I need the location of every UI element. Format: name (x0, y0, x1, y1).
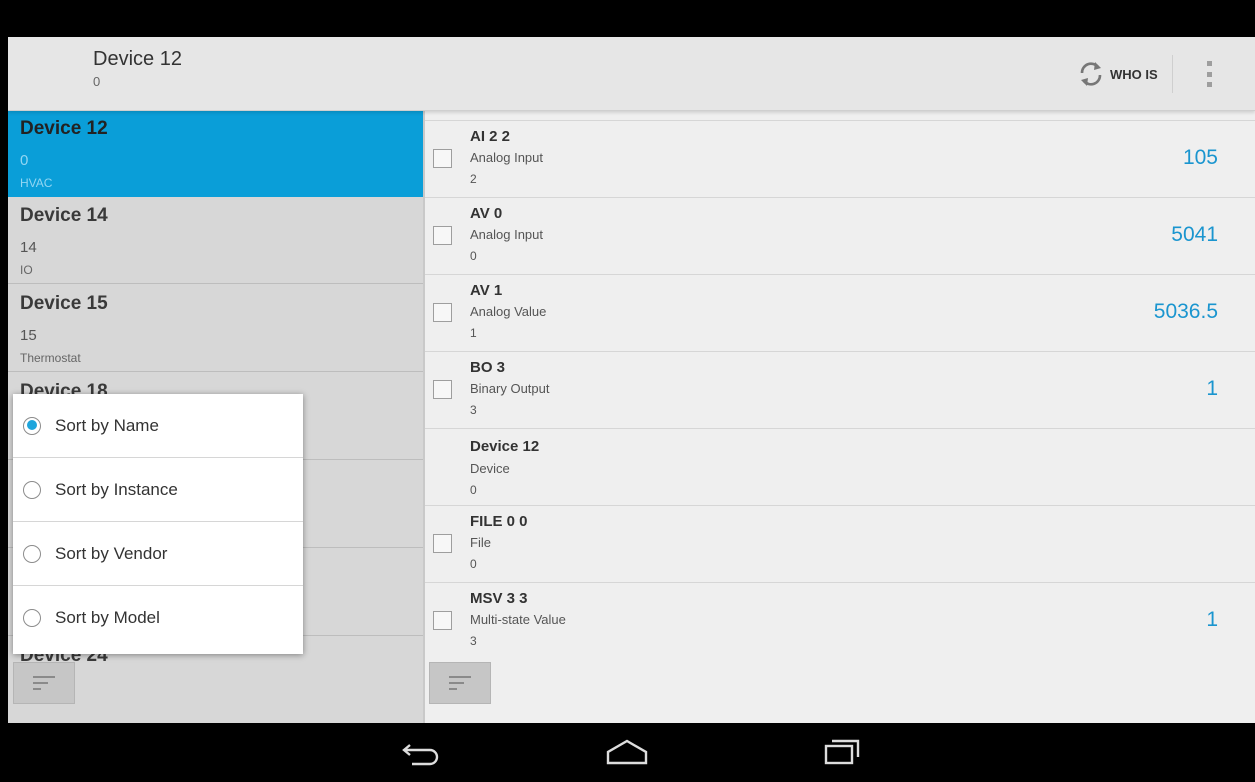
device-type: IO (20, 263, 33, 277)
object-checkbox[interactable] (433, 534, 452, 553)
page-subtitle: 0 (93, 74, 101, 89)
object-checkbox[interactable] (433, 303, 452, 322)
object-type: Analog Input (470, 150, 544, 165)
who-is-button[interactable]: WHO IS (1068, 52, 1166, 96)
object-list-item[interactable]: FILE 0 0 File 0 (425, 506, 1255, 583)
object-name: FILE 0 0 (470, 513, 528, 530)
navigation-bar (0, 723, 1255, 782)
object-name: MSV 3 3 (470, 590, 528, 607)
object-value: 1 (1206, 608, 1218, 631)
action-bar: Device 12 0 WHO IS (8, 37, 1255, 111)
device-instance: 0 (20, 152, 29, 169)
sort-icon (449, 676, 471, 690)
radio-unchecked-icon[interactable] (23, 609, 41, 627)
object-checkbox[interactable] (433, 611, 452, 630)
device-list-item[interactable]: Device 12 0 HVAC (8, 110, 423, 197)
more-vert-icon[interactable] (1202, 59, 1216, 89)
device-name: Device 14 (20, 205, 108, 226)
sort-option-label: Sort by Vendor (55, 543, 168, 563)
back-icon[interactable] (398, 737, 444, 767)
radio-checked-icon[interactable] (23, 416, 41, 435)
object-instance: 0 (470, 557, 477, 571)
sort-option-label: Sort by Name (55, 415, 159, 435)
object-checkbox[interactable] (433, 149, 452, 168)
radio-unchecked-icon[interactable] (23, 544, 41, 563)
app-screen: Device 12 0 WHO IS Device 12 0 HVAC Devi… (8, 37, 1255, 723)
object-instance: 0 (470, 483, 477, 497)
object-list-item[interactable]: BO 3 Binary Output 3 1 (425, 352, 1255, 429)
sort-by-vendor-option[interactable]: Sort by Vendor (13, 522, 303, 586)
sort-devices-button[interactable] (13, 662, 75, 704)
object-instance: 3 (470, 634, 477, 648)
device-instance: 15 (20, 327, 37, 344)
object-name: Device 12 (470, 438, 540, 455)
sort-icon (33, 676, 55, 690)
device-list-item[interactable]: Device 15 15 Thermostat (8, 285, 423, 372)
object-list-item[interactable]: AV 1 Analog Value 1 5036.5 (425, 275, 1255, 352)
object-instance: 3 (470, 403, 477, 417)
object-type: Analog Value (470, 304, 547, 319)
device-list-item[interactable]: Device 14 14 IO (8, 197, 423, 284)
sort-option-label: Sort by Instance (55, 479, 178, 499)
sort-by-name-option[interactable]: Sort by Name (13, 394, 303, 458)
object-value: 105 (1182, 146, 1218, 169)
object-value: 1 (1206, 377, 1218, 400)
object-name: AV 0 (470, 205, 503, 222)
radio-unchecked-icon[interactable] (23, 480, 41, 499)
object-type: Analog Input (470, 227, 544, 242)
sort-by-model-option[interactable]: Sort by Model (13, 586, 303, 650)
object-name: AI 2 2 (470, 128, 511, 145)
sort-objects-button[interactable] (429, 662, 491, 704)
object-type: File (470, 535, 491, 550)
page-title: Device 12 (93, 48, 182, 70)
object-name: AV 1 (470, 282, 503, 299)
object-type: Multi-state Value (470, 612, 566, 627)
object-instance: 0 (470, 249, 477, 263)
object-list-item[interactable]: AI 2 2 Analog Input 2 105 (425, 121, 1255, 198)
device-instance: 14 (20, 239, 37, 256)
object-value: 5036.5 (1153, 300, 1218, 323)
device-type: HVAC (20, 176, 53, 190)
recents-icon[interactable] (820, 737, 866, 767)
object-type: Device (470, 461, 510, 476)
device-name: Device 12 (20, 118, 108, 139)
refresh-icon (1080, 62, 1102, 86)
object-value: 5041 (1171, 223, 1218, 246)
object-type: Binary Output (470, 381, 550, 396)
who-is-label: WHO IS (1110, 66, 1158, 82)
sort-by-instance-option[interactable]: Sort by Instance (13, 458, 303, 522)
device-name: Device 15 (20, 293, 108, 314)
device-type: Thermostat (20, 351, 81, 365)
object-instance: 2 (470, 172, 477, 186)
object-instance: 1 (470, 326, 477, 340)
sort-option-label: Sort by Model (55, 608, 160, 627)
sort-menu: Sort by Name Sort by Instance Sort by Ve… (13, 394, 303, 654)
object-list-item[interactable]: Device 12 Device 0 (425, 429, 1255, 506)
status-bar (0, 0, 1255, 37)
list-item-partial (425, 110, 1255, 121)
object-checkbox[interactable] (433, 226, 452, 245)
object-list-item[interactable]: AV 0 Analog Input 0 5041 (425, 198, 1255, 275)
home-icon[interactable] (604, 737, 650, 767)
object-checkbox[interactable] (433, 380, 452, 399)
action-divider (1172, 55, 1173, 93)
object-list[interactable]: AI 2 2 Analog Input 2 105 AV 0 Analog In… (425, 110, 1255, 723)
object-name: BO 3 (470, 359, 506, 376)
object-list-item[interactable]: MSV 3 3 Multi-state Value 3 1 (425, 583, 1255, 660)
